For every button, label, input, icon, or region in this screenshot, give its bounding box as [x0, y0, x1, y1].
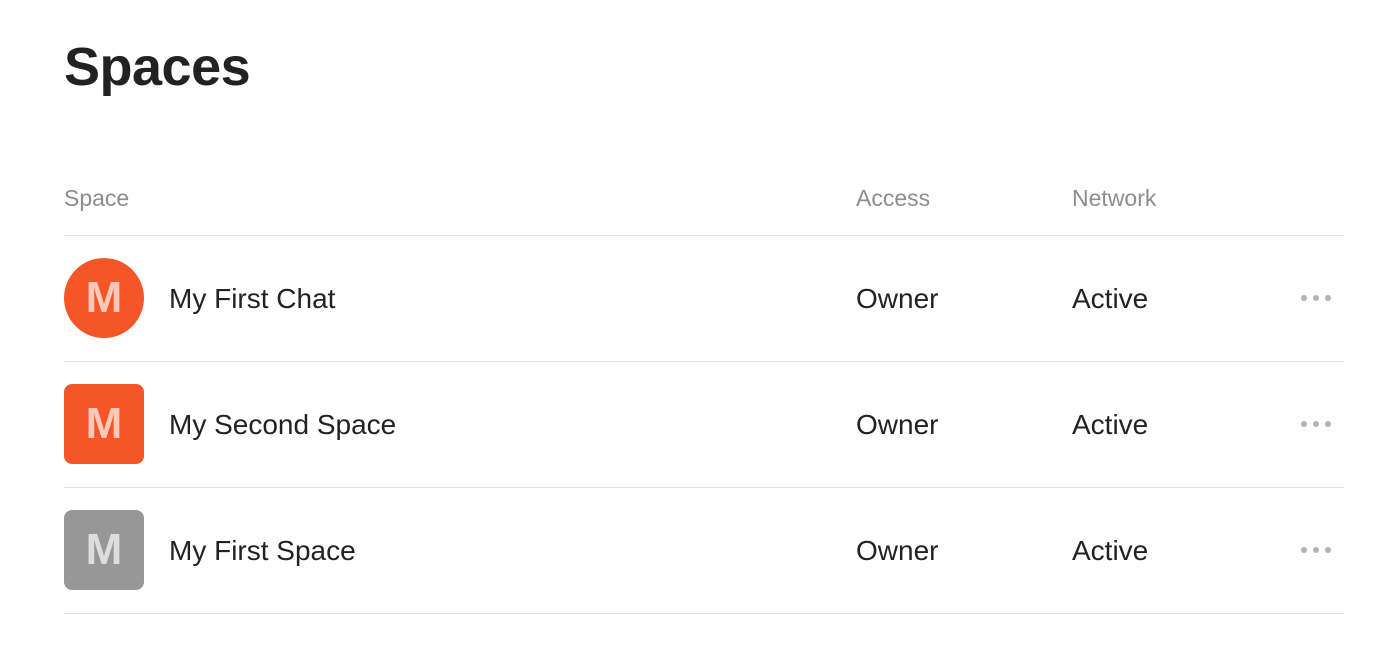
page-title: Spaces	[64, 37, 251, 97]
space-avatar: M	[64, 384, 144, 464]
access-value: Owner	[856, 283, 939, 314]
more-horizontal-icon	[1301, 421, 1331, 427]
spaces-table: Space Access Network M My First Chat Own…	[64, 170, 1344, 614]
table-header: Space Access Network	[64, 170, 1344, 236]
table-row[interactable]: M My First Space Owner Active	[64, 488, 1344, 614]
space-name[interactable]: My First Space	[169, 534, 356, 568]
more-options-button[interactable]	[1292, 410, 1340, 438]
table-row[interactable]: M My First Chat Owner Active	[64, 236, 1344, 362]
space-name[interactable]: My Second Space	[169, 408, 396, 442]
network-status: Active	[1072, 409, 1149, 440]
table-row[interactable]: M My Second Space Owner Active	[64, 362, 1344, 488]
space-avatar: M	[64, 510, 144, 590]
spaces-page: Spaces Space Access Network M My First C…	[0, 0, 1400, 656]
network-status: Active	[1072, 283, 1149, 314]
more-horizontal-icon	[1301, 547, 1331, 553]
space-avatar: M	[64, 258, 144, 338]
column-header-space: Space	[64, 185, 130, 211]
more-options-button[interactable]	[1292, 536, 1340, 564]
access-value: Owner	[856, 535, 939, 566]
network-status: Active	[1072, 535, 1149, 566]
more-horizontal-icon	[1301, 295, 1331, 301]
more-options-button[interactable]	[1292, 284, 1340, 312]
column-header-network: Network	[1072, 185, 1157, 211]
column-header-access: Access	[856, 185, 931, 211]
space-name[interactable]: My First Chat	[169, 282, 335, 316]
access-value: Owner	[856, 409, 939, 440]
